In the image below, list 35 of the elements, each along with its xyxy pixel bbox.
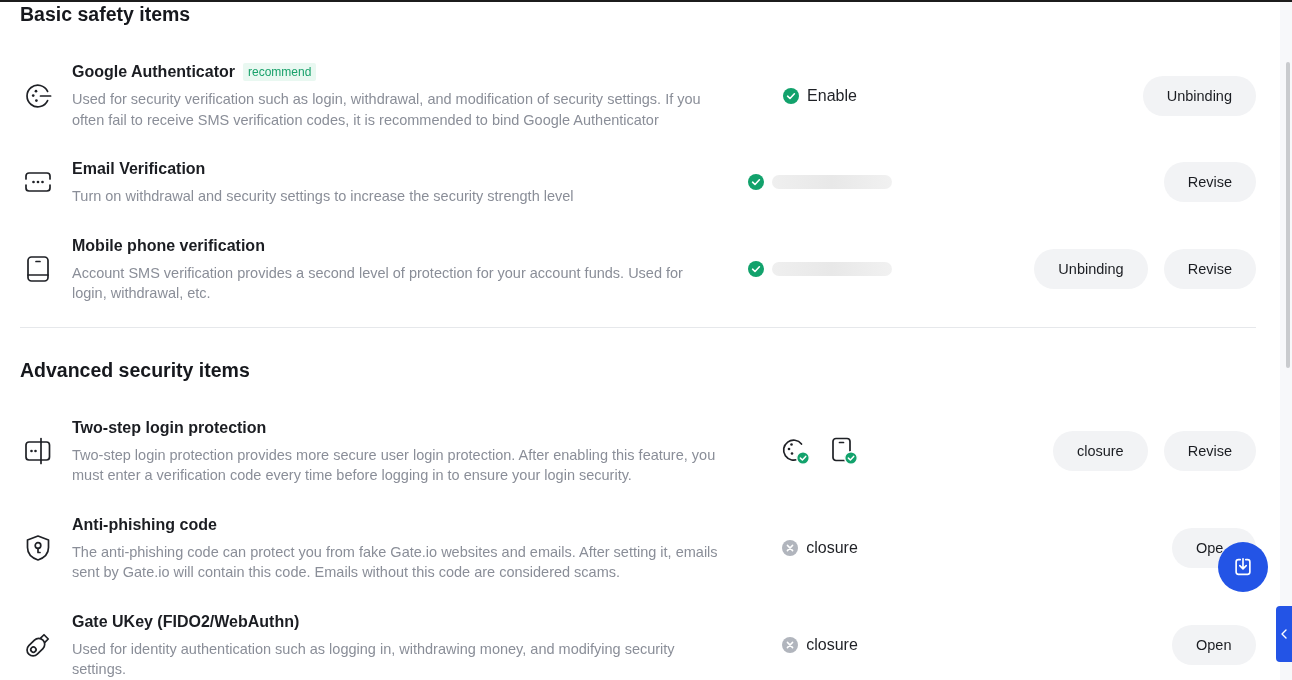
action-button[interactable]: Open <box>1172 625 1256 665</box>
status-label: closure <box>806 635 858 655</box>
phone-icon <box>24 255 52 283</box>
chevron-left-icon <box>1281 629 1287 639</box>
usb-key-icon <box>24 631 52 659</box>
action-button[interactable]: Revise <box>1163 249 1256 289</box>
tag: recommend <box>242 63 317 81</box>
status-label: Enable <box>807 85 857 106</box>
action-button[interactable]: Unbinding <box>1142 75 1256 116</box>
item-title: Anti-phishing code <box>72 514 217 535</box>
download-icon <box>1232 556 1254 578</box>
item-title: Mobile phone verification <box>72 235 265 256</box>
item-title: Two-step login protection <box>72 417 267 438</box>
action-button[interactable]: Revise <box>1163 431 1256 471</box>
action-button[interactable]: Unbinding <box>1034 249 1148 289</box>
section-title: Basic safety items <box>20 2 191 26</box>
scrollbar[interactable] <box>1280 2 1292 680</box>
dotted-circle-icon <box>24 81 52 110</box>
item-description: Used for identity authentication such as logging in, withdrawing money, and modifying security settings. <box>72 639 675 679</box>
section-title: Advanced security items <box>20 357 250 382</box>
shield-icon <box>24 534 52 562</box>
item-description: Two-step login protection provides more secure user login protection. After enabling this feature, you must enter a verification code every time before logging in to ensure your login security. <box>72 445 716 485</box>
item-title: Email Verification <box>72 159 206 179</box>
action-button[interactable]: closure <box>1052 431 1148 471</box>
scrollbar-thumb[interactable] <box>1286 62 1290 368</box>
item-description: Used for security verification such as login, withdrawal, and modification of security settings. If you often fail to receive SMS verification codes, it is recommended to bind Google Authenticator <box>72 90 701 130</box>
item-description: Turn on withdrawal and security settings to increase the security strength level <box>72 187 574 206</box>
split-panel-icon <box>24 437 52 465</box>
status-label: closure <box>806 538 858 558</box>
side-panel-tab[interactable] <box>1276 606 1292 662</box>
item-title: Google Authenticator <box>72 62 235 82</box>
item-description: Account SMS verification provides a second level of protection for your account funds. Used for login, withdrawal, etc. <box>72 263 683 303</box>
item-title: Gate UKey (FIDO2/WebAuthn) <box>72 611 300 632</box>
action-button[interactable]: Revise <box>1163 162 1256 203</box>
item-description: The anti-phishing code can protect you from fake Gate.io websites and emails. After setting it, emails sent by Gate.io will contain this code. Emails without this code are considered scams. <box>72 542 718 582</box>
